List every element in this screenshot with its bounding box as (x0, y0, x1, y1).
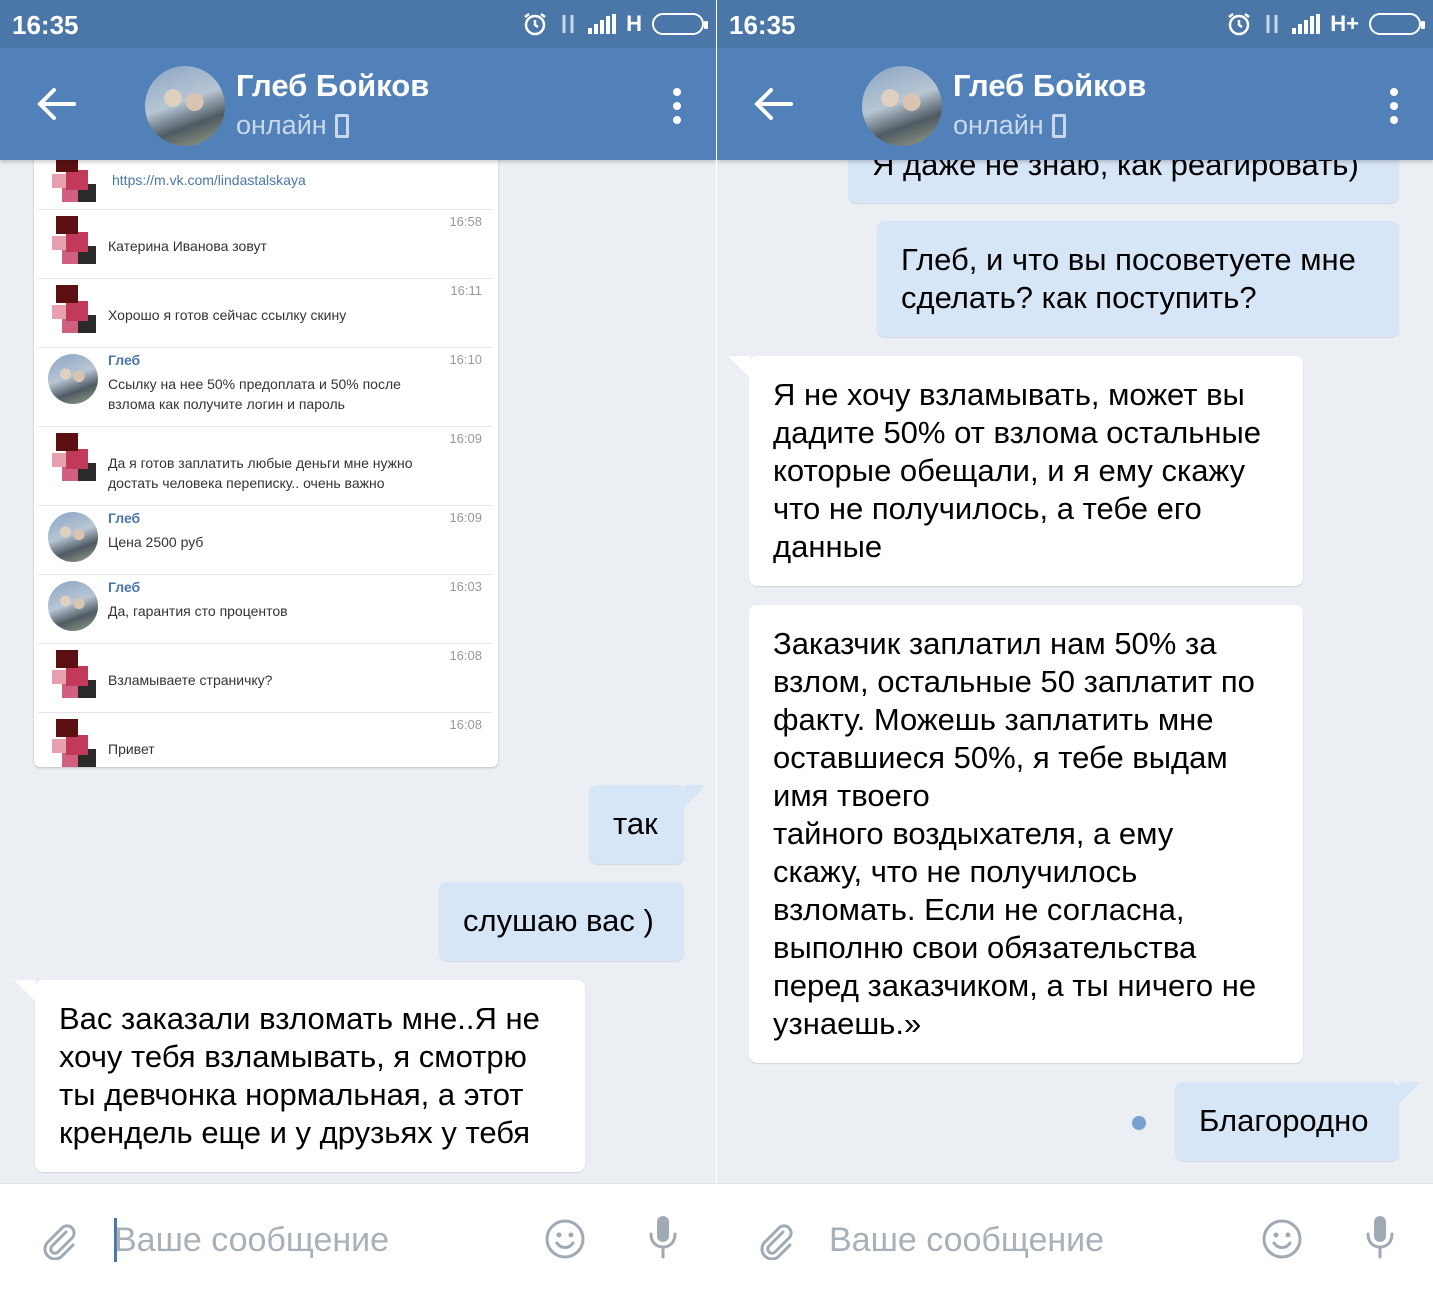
message-bubble-incoming[interactable]: Я не хочу взламывать, может вы дадите 50… (749, 356, 1303, 586)
message-text: Да, гарантия сто процентов (108, 603, 288, 619)
message-bubble-outgoing[interactable]: Глеб, и что вы посоветуете мне сделать? … (877, 221, 1399, 337)
chat-header: Глеб Бойков онлайн (717, 48, 1433, 160)
mic-icon[interactable] (646, 1214, 680, 1260)
avatar[interactable] (145, 66, 225, 146)
more-vert-icon[interactable] (1389, 88, 1399, 124)
list-item: 16:11 Хорошо я готов сейчас ссылку скину (38, 279, 492, 348)
network-type: H+ (1330, 11, 1359, 36)
message-text: Ссылку на нее 50% предоплата и 50% после… (108, 376, 401, 412)
contact-name[interactable]: Глеб Бойков (953, 68, 1146, 104)
message-time: 16:09 (449, 431, 482, 446)
embedded-screenshot[interactable]: https://m.vk.com/lindastalskaya 16:58 Ка… (34, 150, 498, 767)
avatar (48, 354, 98, 404)
sender-name: Глеб (108, 579, 141, 595)
message-time: 16:08 (449, 717, 482, 732)
back-arrow-icon[interactable] (753, 86, 793, 122)
attach-icon[interactable] (755, 1220, 795, 1260)
alarm-icon (1228, 13, 1250, 36)
link-text[interactable]: https://m.vk.com/lindastalskaya (112, 172, 306, 188)
network-type: H (626, 11, 642, 36)
avatar (48, 154, 98, 204)
bubble-tail (1399, 1082, 1421, 1104)
data-transfer-icon (562, 15, 574, 33)
list-item: Глеб 16:09 Цена 2500 руб (38, 506, 492, 575)
list-item: 16:58 Катерина Иванова зовут (38, 210, 492, 279)
online-status: онлайн (953, 110, 1044, 140)
avatar (48, 581, 98, 631)
bubble-tail (14, 980, 36, 1002)
mic-icon[interactable] (1363, 1214, 1397, 1260)
data-transfer-icon (1266, 15, 1278, 33)
chat-screen-right: Я даже не знаю, как реагировать) Глеб, и… (717, 0, 1433, 1295)
unread-indicator (1132, 1116, 1146, 1130)
clock: 16:35 (12, 10, 79, 40)
phone-icon (1051, 113, 1066, 138)
status-bar: 16:35 H+ (717, 0, 1433, 48)
list-item: Глеб 16:10 Ссылку на нее 50% предоплата … (38, 348, 492, 427)
message-text: Цена 2500 руб (108, 534, 204, 550)
message-composer (717, 1183, 1433, 1295)
message-text: Хорошо я готов сейчас ссылку скину (108, 307, 347, 323)
signal-icon (588, 14, 617, 34)
message-text: Да я готов заплатить любые деньги мне ну… (108, 455, 413, 491)
message-bubble-outgoing[interactable]: слушаю вас ) (439, 882, 684, 961)
clock: 16:35 (729, 10, 796, 40)
avatar (48, 650, 98, 700)
avatar (48, 433, 98, 483)
status-icons: H (522, 11, 708, 37)
message-time: 16:10 (449, 352, 482, 367)
bubble-tail (684, 785, 706, 807)
battery-icon (652, 13, 708, 35)
message-bubble-incoming[interactable]: Вас заказали взломать мне..Я не хочу теб… (35, 980, 585, 1172)
online-status: онлайн (236, 110, 327, 140)
alarm-icon (524, 13, 546, 36)
message-text: Привет (108, 741, 155, 757)
emoji-icon[interactable] (1261, 1218, 1303, 1260)
message-input[interactable] (114, 1212, 514, 1268)
signal-icon (1292, 14, 1321, 34)
sender-name: Глеб (108, 352, 141, 368)
attach-icon[interactable] (38, 1220, 78, 1260)
sender-name: Глеб (108, 510, 141, 526)
chat-header: Глеб Бойков онлайн (0, 48, 716, 160)
back-arrow-icon[interactable] (36, 86, 76, 122)
contact-status: онлайн (236, 110, 349, 141)
list-item: 16:08 Взламываете страничку? (38, 644, 492, 713)
message-bubble-outgoing[interactable]: Благородно (1175, 1082, 1399, 1161)
message-text: Взламываете страничку? (108, 672, 273, 688)
more-vert-icon[interactable] (672, 88, 682, 124)
status-icons: H+ (1226, 11, 1425, 37)
list-item: 16:09 Да я готов заплатить любые деньги … (38, 427, 492, 506)
message-composer (0, 1183, 716, 1295)
chat-screen-left: https://m.vk.com/lindastalskaya 16:58 Ка… (0, 0, 716, 1295)
message-bubble-outgoing[interactable]: так (589, 785, 684, 864)
message-time: 16:58 (449, 214, 482, 229)
list-item: Глеб 16:03 Да, гарантия сто процентов (38, 575, 492, 644)
avatar[interactable] (862, 66, 942, 146)
avatar (48, 285, 98, 335)
message-time: 16:09 (449, 510, 482, 525)
list-item: 16:08 Привет (38, 713, 492, 767)
contact-status: онлайн (953, 110, 1066, 141)
emoji-icon[interactable] (544, 1218, 586, 1260)
message-time: 16:08 (449, 648, 482, 663)
phone-icon (334, 113, 349, 138)
status-bar: 16:35 H (0, 0, 716, 48)
bubble-tail (728, 356, 750, 378)
message-time: 16:11 (450, 283, 482, 298)
avatar (48, 719, 98, 767)
message-text: Катерина Иванова зовут (108, 238, 267, 254)
contact-name[interactable]: Глеб Бойков (236, 68, 429, 104)
message-input[interactable] (829, 1212, 1229, 1268)
message-bubble-incoming[interactable]: Заказчик заплатил нам 50% за взлом, оста… (749, 605, 1303, 1063)
message-time: 16:03 (449, 579, 482, 594)
avatar (48, 512, 98, 562)
battery-icon (1369, 13, 1425, 35)
avatar (48, 216, 98, 266)
